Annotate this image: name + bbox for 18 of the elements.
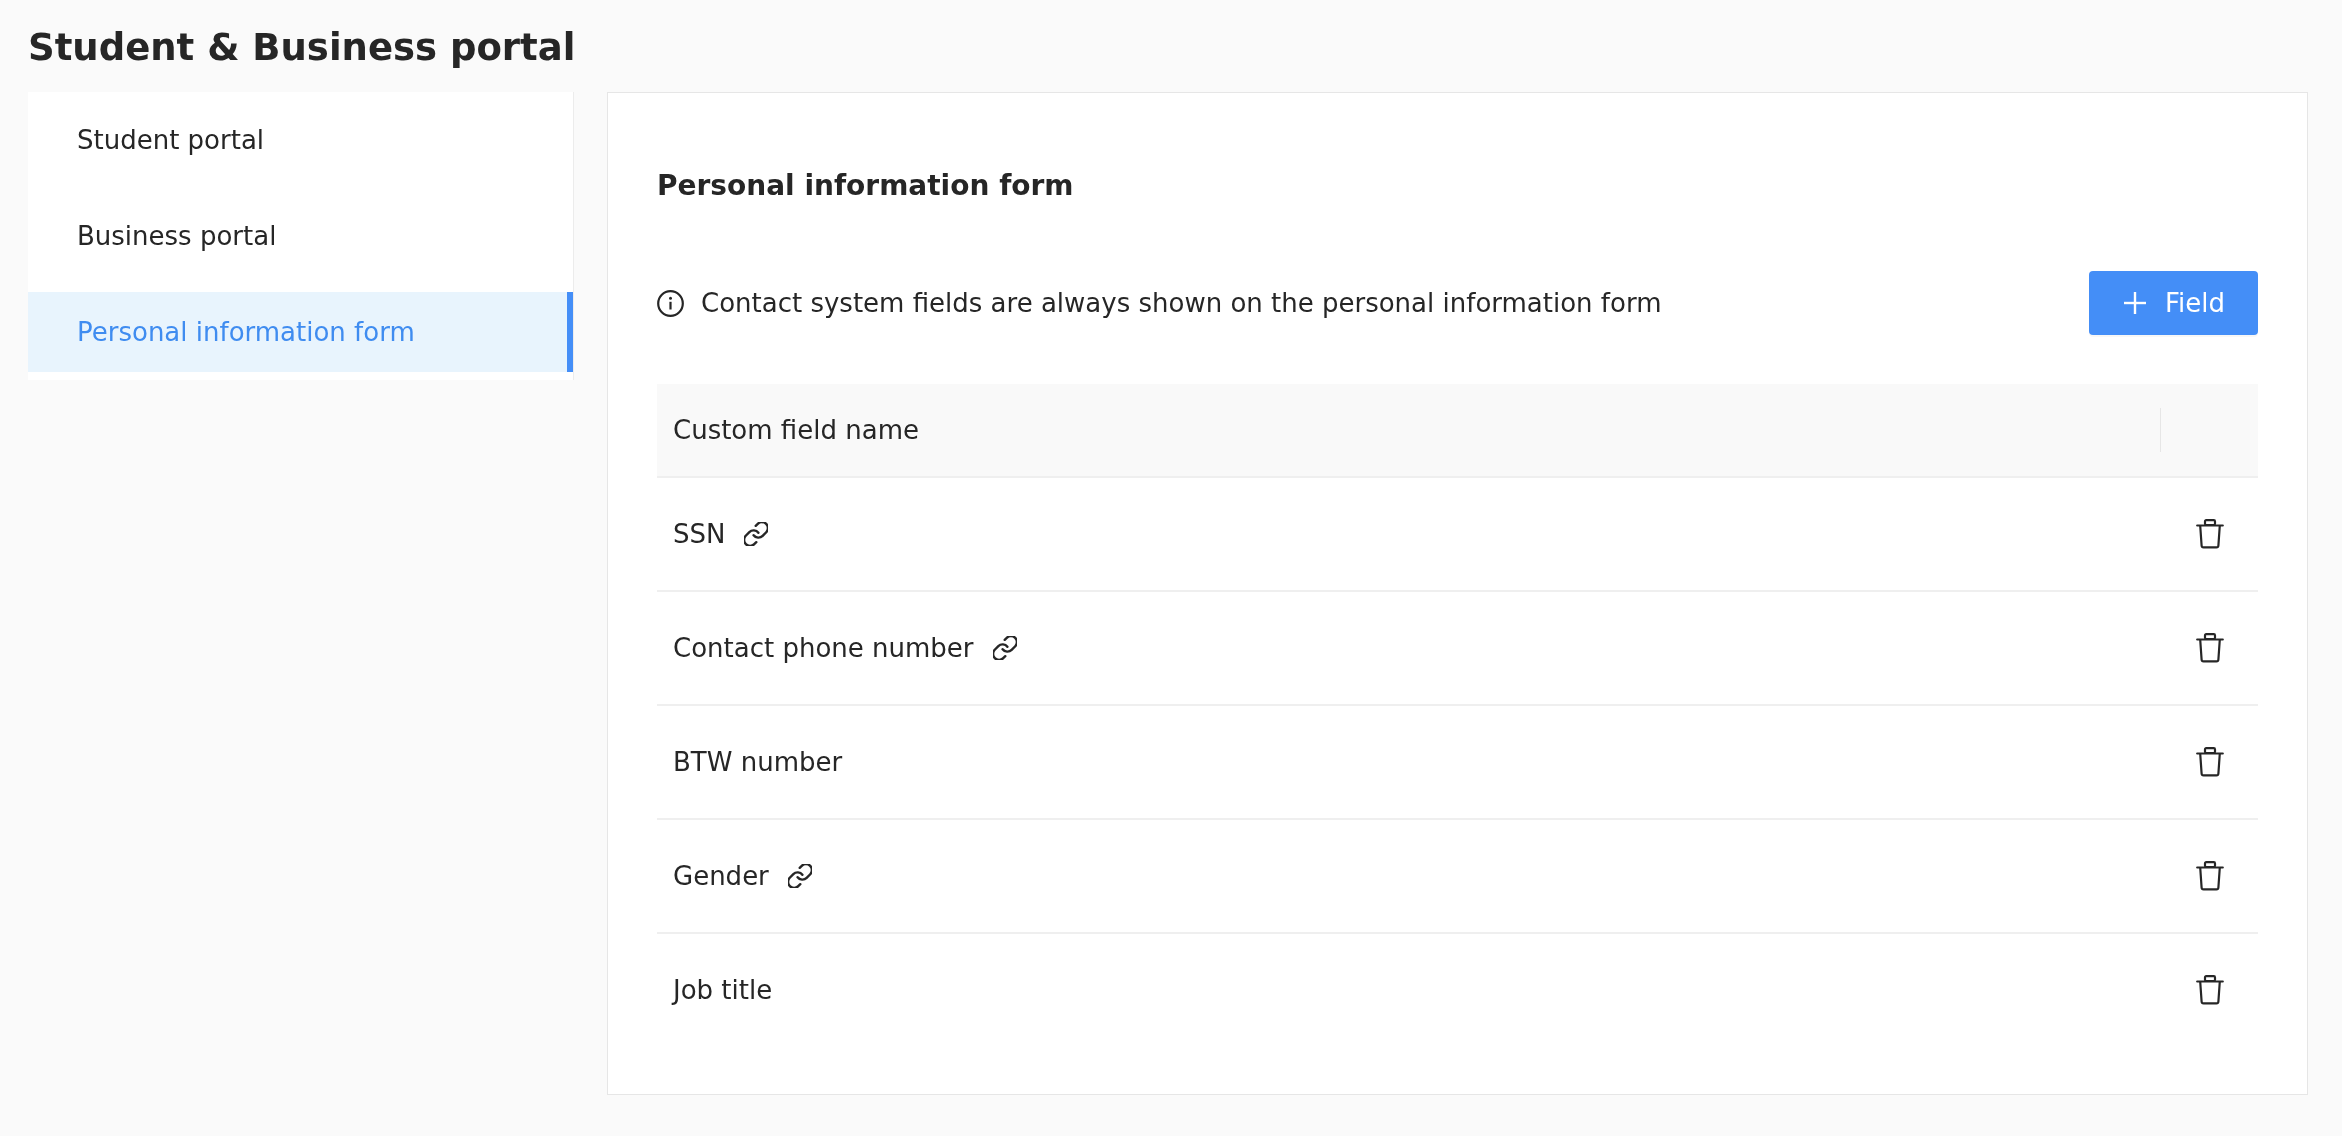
info-icon [657, 289, 684, 317]
trash-icon[interactable] [2195, 975, 2224, 1005]
table-cell: Job title [673, 974, 773, 1006]
table-cell: Contact phone number [673, 632, 974, 664]
notice-text: Contact system fields are always shown on the personal information form [701, 287, 1662, 319]
sidebar-item[interactable]: Business portal [28, 196, 573, 276]
table-cell: Gender [673, 860, 769, 892]
trash-icon[interactable] [2195, 861, 2224, 891]
sidebar-item[interactable]: Student portal [28, 100, 573, 180]
page-title: Student & Business portal [28, 25, 577, 71]
table-cell: BTW number [673, 746, 843, 778]
plus-icon [2124, 292, 2146, 314]
trash-icon[interactable] [2195, 747, 2224, 777]
trash-icon[interactable] [2195, 519, 2224, 549]
form-heading: Personal information form [657, 169, 1075, 203]
column-header: Custom field name [673, 415, 919, 445]
table-cell: SSN [673, 518, 726, 550]
trash-icon[interactable] [2195, 633, 2224, 663]
